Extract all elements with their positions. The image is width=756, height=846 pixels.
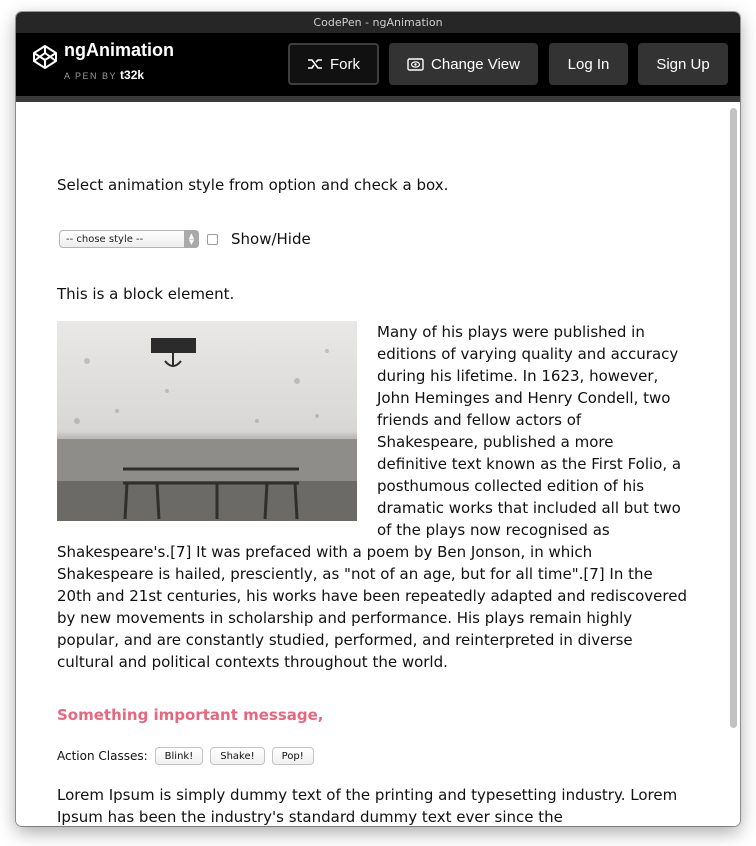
action-classes: Action Classes: Blink! Shake! Pop! xyxy=(57,747,314,765)
important-message: Something important message, xyxy=(57,706,324,724)
browser-window: CodePen - ngAnimation ngAnimation A PEN … xyxy=(16,12,740,826)
pop-button[interactable]: Pop! xyxy=(271,747,314,765)
codepen-cube-icon[interactable] xyxy=(32,44,58,70)
pen-title: ngAnimation xyxy=(64,40,174,60)
codepen-header: ngAnimation A PEN BY t32k Fork Change Vie… xyxy=(16,33,740,96)
vertical-scrollbar[interactable] xyxy=(730,108,737,728)
change-view-label: Change View xyxy=(431,55,520,73)
select-stepper-icon: ▲ ▼ xyxy=(184,230,199,248)
author-link[interactable]: t32k xyxy=(120,68,144,82)
log-in-button[interactable]: Log In xyxy=(549,43,628,85)
show-hide-label: Show/Hide xyxy=(231,230,311,248)
style-select-value: -- chose style -- xyxy=(66,233,144,245)
pen-preview: Select animation style from option and c… xyxy=(16,102,740,826)
blink-button[interactable]: Blink! xyxy=(154,747,204,765)
action-classes-label: Action Classes: xyxy=(57,749,148,763)
eye-icon xyxy=(407,57,424,71)
lorem-text: Lorem Ipsum is simply dummy text of the … xyxy=(57,786,678,826)
fork-icon xyxy=(308,59,322,69)
show-hide-checkbox[interactable] xyxy=(207,233,218,245)
article: Many of his plays were published in edit… xyxy=(57,321,687,673)
intro-text: Select animation style from option and c… xyxy=(57,176,449,194)
fork-label: Fork xyxy=(330,55,360,73)
sign-up-button[interactable]: Sign Up xyxy=(638,43,728,85)
block-element-text: This is a block element. xyxy=(57,285,235,303)
window-title: CodePen - ngAnimation xyxy=(16,12,740,33)
animation-controls: -- chose style -- ▲ ▼ Show/Hide xyxy=(59,230,311,248)
style-select[interactable]: -- chose style -- ▲ ▼ xyxy=(59,230,199,248)
byline-prefix: A PEN BY xyxy=(64,71,118,81)
pen-byline: A PEN BY t32k xyxy=(64,68,144,82)
fork-button[interactable]: Fork xyxy=(288,43,379,85)
shake-button[interactable]: Shake! xyxy=(210,747,265,765)
change-view-button[interactable]: Change View xyxy=(389,43,538,85)
bench-photo xyxy=(57,321,357,521)
